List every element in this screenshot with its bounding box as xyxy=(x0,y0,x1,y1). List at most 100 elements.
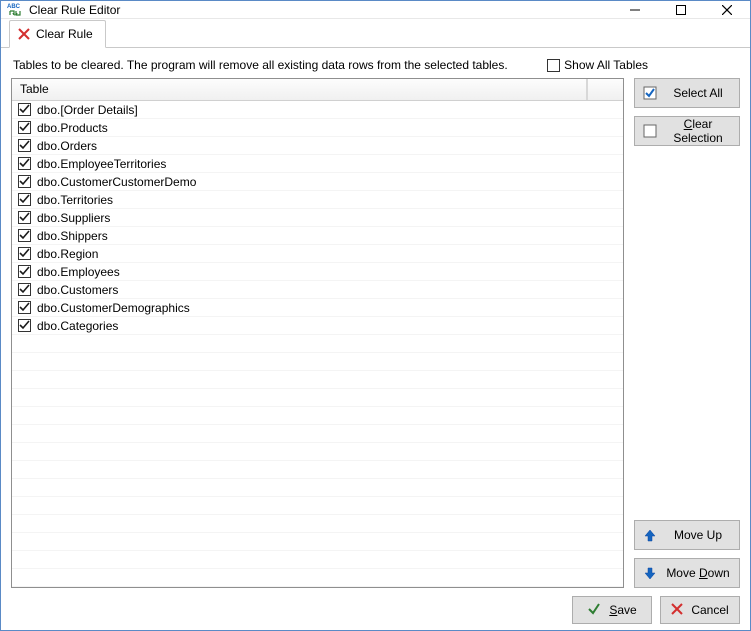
check-icon xyxy=(587,602,601,619)
row-checkbox[interactable] xyxy=(18,103,31,116)
window: ABC Clear Rule Editor Clear Rule xyxy=(0,0,751,631)
titlebar: ABC Clear Rule Editor xyxy=(1,1,750,19)
move-buttons: Move Up Move Down xyxy=(634,520,740,588)
body: Tables to be cleared. The program will r… xyxy=(1,48,750,596)
row-checkbox[interactable] xyxy=(18,121,31,134)
table-row[interactable]: dbo.Region xyxy=(12,245,623,263)
row-checkbox[interactable] xyxy=(18,139,31,152)
footer: Save Cancel xyxy=(1,596,750,630)
row-label: dbo.CustomerCustomerDemo xyxy=(37,175,196,189)
select-all-label: Select All xyxy=(665,86,731,100)
checkbox-box xyxy=(547,59,560,72)
move-up-button[interactable]: Move Up xyxy=(634,520,740,550)
row-label: dbo.CustomerDemographics xyxy=(37,301,190,315)
row-checkbox[interactable] xyxy=(18,283,31,296)
clear-selection-label: Clear Selection xyxy=(665,117,731,145)
select-all-button[interactable]: Select All xyxy=(634,78,740,108)
empty-row xyxy=(12,551,623,569)
row-checkbox[interactable] xyxy=(18,265,31,278)
empty-row xyxy=(12,569,623,587)
table-row[interactable]: dbo.Orders xyxy=(12,137,623,155)
table-row[interactable]: dbo.Territories xyxy=(12,191,623,209)
x-icon xyxy=(18,28,30,40)
row-checkbox[interactable] xyxy=(18,229,31,242)
save-label: Save xyxy=(609,603,636,617)
empty-row xyxy=(12,389,623,407)
row-label: dbo.Orders xyxy=(37,139,97,153)
table-row[interactable]: dbo.CustomerDemographics xyxy=(12,299,623,317)
tab-label: Clear Rule xyxy=(36,27,93,41)
save-button[interactable]: Save xyxy=(572,596,652,624)
tab-bar: Clear Rule xyxy=(1,19,750,48)
minimize-button[interactable] xyxy=(612,1,658,18)
selection-buttons: Select All Clear Selection xyxy=(634,78,740,146)
empty-row xyxy=(12,461,623,479)
clear-selection-icon xyxy=(643,124,657,138)
table-row[interactable]: dbo.Categories xyxy=(12,317,623,335)
row-label: dbo.Categories xyxy=(37,319,118,333)
app-icon: ABC xyxy=(7,2,23,18)
table-header-spacer xyxy=(587,79,623,100)
row-label: dbo.Products xyxy=(37,121,108,135)
arrow-up-icon xyxy=(643,528,657,542)
row-label: dbo.Employees xyxy=(37,265,120,279)
table-row[interactable]: dbo.Products xyxy=(12,119,623,137)
row-label: dbo.Customers xyxy=(37,283,118,297)
empty-row xyxy=(12,497,623,515)
svg-text:ABC: ABC xyxy=(7,4,21,10)
row-checkbox[interactable] xyxy=(18,301,31,314)
empty-row xyxy=(12,479,623,497)
cancel-button[interactable]: Cancel xyxy=(660,596,740,624)
table-row[interactable]: dbo.Suppliers xyxy=(12,209,623,227)
table-row[interactable]: dbo.Customers xyxy=(12,281,623,299)
row-label: dbo.EmployeeTerritories xyxy=(37,157,166,171)
row-label: dbo.[Order Details] xyxy=(37,103,138,117)
row-checkbox[interactable] xyxy=(18,175,31,188)
row-checkbox[interactable] xyxy=(18,319,31,332)
description-text: Tables to be cleared. The program will r… xyxy=(13,58,508,72)
empty-row xyxy=(12,443,623,461)
table-grid: Table dbo.[Order Details]dbo.Productsdbo… xyxy=(11,78,624,588)
row-checkbox[interactable] xyxy=(18,247,31,260)
move-up-label: Move Up xyxy=(665,528,731,542)
move-down-button[interactable]: Move Down xyxy=(634,558,740,588)
row-checkbox[interactable] xyxy=(18,157,31,170)
empty-row xyxy=(12,533,623,551)
empty-row xyxy=(12,407,623,425)
move-down-label: Move Down xyxy=(665,566,731,580)
table-header-row: Table xyxy=(12,79,623,101)
description-row: Tables to be cleared. The program will r… xyxy=(11,56,740,78)
select-all-icon xyxy=(643,86,657,100)
cancel-label: Cancel xyxy=(691,603,728,617)
middle-area: Table dbo.[Order Details]dbo.Productsdbo… xyxy=(11,78,740,588)
table-row[interactable]: dbo.Employees xyxy=(12,263,623,281)
tab-clear-rule[interactable]: Clear Rule xyxy=(9,20,106,48)
table-body[interactable]: dbo.[Order Details] dbo.Products dbo.Order… xyxy=(12,101,623,587)
side-buttons: Select All Clear Selection Move xyxy=(634,78,740,588)
row-checkbox[interactable] xyxy=(18,193,31,206)
maximize-button[interactable] xyxy=(658,1,704,18)
show-all-tables-checkbox[interactable]: Show All Tables xyxy=(547,58,648,72)
row-label: dbo.Suppliers xyxy=(37,211,110,225)
close-button[interactable] xyxy=(704,1,750,18)
table-row[interactable]: dbo.CustomerCustomerDemo xyxy=(12,173,623,191)
window-title: Clear Rule Editor xyxy=(29,3,612,17)
row-label: dbo.Territories xyxy=(37,193,113,207)
row-label: dbo.Region xyxy=(37,247,98,261)
show-all-tables-label: Show All Tables xyxy=(564,58,648,72)
empty-row xyxy=(12,353,623,371)
row-label: dbo.Shippers xyxy=(37,229,108,243)
empty-row xyxy=(12,335,623,353)
window-controls xyxy=(612,1,750,18)
clear-selection-button[interactable]: Clear Selection xyxy=(634,116,740,146)
table-row[interactable]: dbo.EmployeeTerritories xyxy=(12,155,623,173)
empty-row xyxy=(12,425,623,443)
empty-row xyxy=(12,515,623,533)
empty-row xyxy=(12,371,623,389)
table-row[interactable]: dbo.Shippers xyxy=(12,227,623,245)
x-icon xyxy=(671,603,683,618)
table-row[interactable]: dbo.[Order Details] xyxy=(12,101,623,119)
arrow-down-icon xyxy=(643,566,657,580)
table-header-cell[interactable]: Table xyxy=(12,79,587,100)
row-checkbox[interactable] xyxy=(18,211,31,224)
